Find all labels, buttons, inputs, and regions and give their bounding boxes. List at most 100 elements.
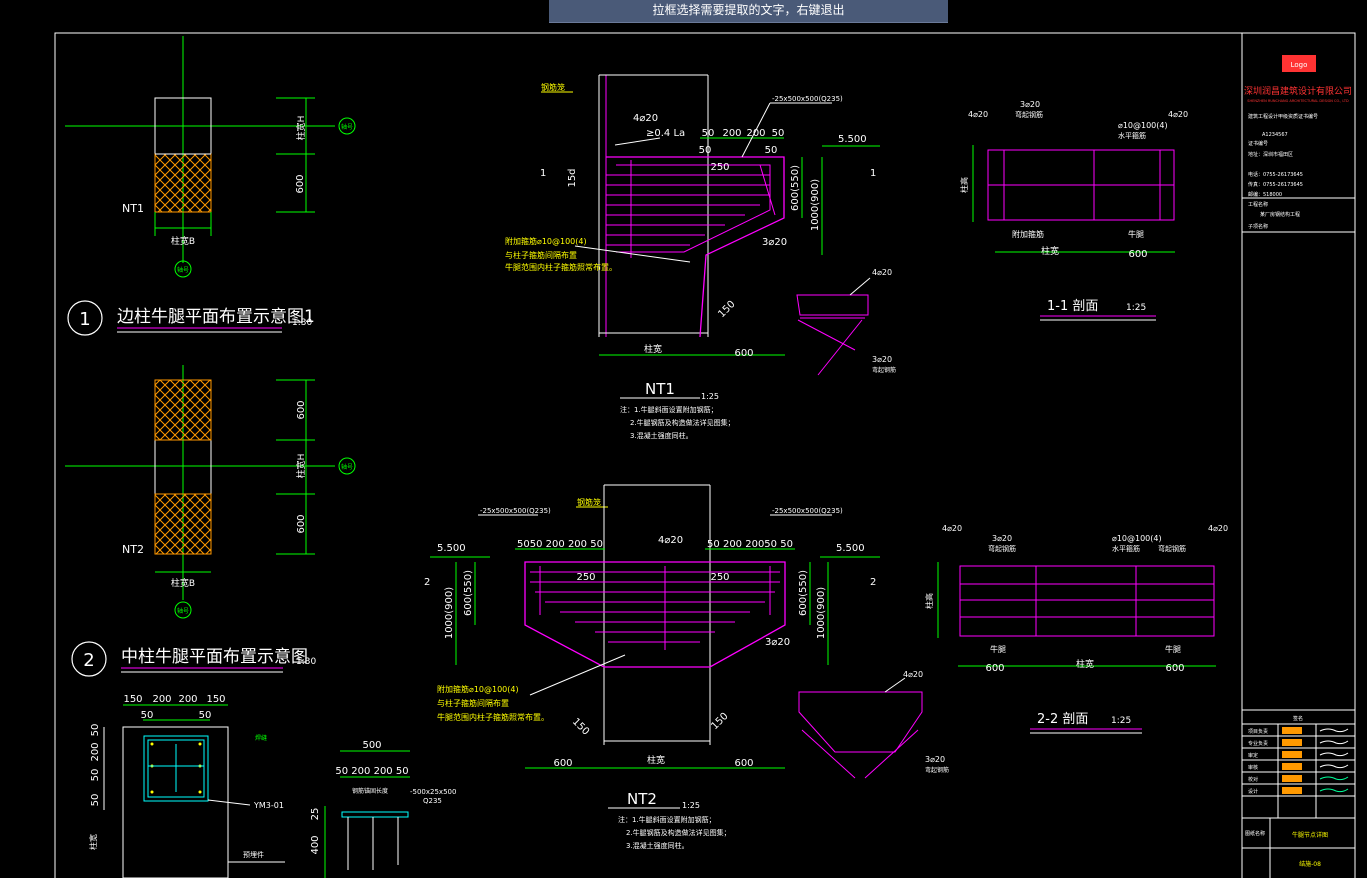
sec2-d600b: 600 — [1165, 663, 1184, 674]
nt2-d150b: 150 — [709, 711, 730, 732]
nt2-note-2: 2.牛腿钢筋及构造做法详见图集； — [626, 828, 731, 837]
nt1-d15: 15d — [567, 168, 578, 187]
cad-viewport[interactable]: { "banner": {"text": "拉框选择需要提取的文字，右键退出"}… — [0, 0, 1367, 878]
tb-row-3: 审核 — [1248, 764, 1258, 771]
plan1-view: 柱宽H 600 NT1 柱宽B 轴号 轴号 1 边柱牛腿平面布置示意图1 1:3… — [65, 36, 356, 336]
nt1-note-3: 3.混凝土强度同柱。 — [630, 431, 693, 440]
nt2-note-3: 3.混凝土强度同柱。 — [626, 841, 689, 850]
nt1-note-2: 2.牛腿钢筋及构造做法详见图集； — [630, 418, 735, 427]
tb-proj-2: 子项名称 — [1248, 223, 1268, 230]
plan2-number: 2 — [83, 650, 94, 671]
nt2-d150a: 150 — [570, 716, 591, 737]
sec2-bar1: 4⌀20 — [942, 524, 962, 533]
embed-dim-3: 200 — [178, 694, 197, 705]
tb-line-4: 电话：0755-26173645 — [1248, 171, 1303, 178]
nt2-note-b: 牛腿范围内柱子箍筋照常布置。 — [437, 712, 549, 722]
nt1-scale: 1:25 — [701, 392, 719, 401]
tb-line-1: A1234567 — [1262, 132, 1288, 138]
plan1-tag: NT1 — [122, 202, 144, 215]
nt2-note-1: 注：1.牛腿斜面设置附加钢筋； — [618, 815, 716, 824]
nt1-bent-bar-detail: 4⌀20 3⌀20 弯起钢筋 — [796, 268, 896, 376]
nt1-note-1: 注：1.牛腿斜面设置附加钢筋； — [620, 405, 718, 414]
tb-drawing-no: 结施-08 — [1299, 860, 1321, 868]
sec1-title: 1-1 剖面 — [1047, 299, 1098, 314]
nt2-dh2-l: 1000(900) — [444, 587, 455, 639]
nt1-hook: ≥0.4 La — [646, 128, 685, 139]
det1-bar: 4⌀20 — [872, 268, 892, 277]
plan2-title: 中柱牛腿平面布置示意图 — [121, 647, 308, 667]
nt2-label: NT2 — [627, 790, 657, 808]
cad-drawing[interactable]: 柱宽H 600 NT1 柱宽B 轴号 轴号 1 边柱牛腿平面布置示意图1 1:3… — [0, 0, 1367, 878]
sec2-bar3: ⌀10@100(4) — [1112, 534, 1162, 543]
nt2-elev-r: 5.500 — [836, 543, 865, 554]
tb-sign-header: 签名 — [1293, 715, 1303, 722]
sec2-bar4: 4⌀20 — [1208, 524, 1228, 533]
embed-v4: 50 — [90, 794, 101, 807]
sec1-side: 柱高 — [959, 177, 969, 193]
nt2-sec-r: 2 — [870, 577, 876, 588]
company-name-en: SHENZHEN RUNCHANG ARCHITECTURAL DESIGN C… — [1247, 99, 1349, 103]
plan2-axis-right: 轴号 — [341, 463, 353, 471]
nt1-note-b: 牛腿范围内柱子箍筋照常布置。 — [505, 262, 617, 272]
nt1-d200a: 200 — [722, 128, 741, 139]
nt2-plate-l: -25x500x500(Q235) — [480, 507, 551, 515]
det2-bar: 4⌀20 — [903, 670, 923, 679]
nt2-bar3: 3⌀20 — [765, 637, 790, 648]
nt2-dh2-r: 1000(900) — [816, 587, 827, 639]
embed-weld: 焊缝 — [255, 734, 267, 742]
det2-bar3: 3⌀20 — [925, 755, 945, 764]
plan1-number: 1 — [79, 309, 90, 330]
company-name: 深圳润昌建筑设计有限公司 — [1244, 85, 1352, 97]
nt1-d50a: 50 — [702, 128, 715, 139]
plan2-scale: 1:30 — [296, 657, 316, 667]
plan2-dim-600: 600 — [296, 514, 307, 533]
embed-dim-50b: 50 — [199, 710, 212, 721]
sec1-dw: 柱宽 — [1041, 245, 1059, 257]
plan1-scale: 1:30 — [292, 318, 312, 328]
embed2-label: 钢筋锚固长度 — [352, 787, 388, 795]
nt1-d50d: 50 — [765, 145, 778, 156]
sec1-bar4: 4⌀20 — [1168, 110, 1188, 119]
det2-label: 弯起钢筋 — [925, 766, 949, 774]
nt1-elevation: 钢筋笼 4⌀20 ≥0.4 La 50 200 200 50 50 50 250… — [505, 74, 880, 440]
nt1-d50c: 50 — [699, 145, 712, 156]
embed-dim-4: 150 — [206, 694, 225, 705]
nt2-d600b: 600 — [734, 758, 753, 769]
tb-row-0: 项目负责 — [1248, 728, 1268, 735]
embed2-25: 25 — [310, 808, 321, 821]
plan1-dim-600: 600 — [295, 174, 306, 193]
nt2-note-a: 与柱子箍筋间隔布置 — [437, 698, 509, 708]
plan1-axis-bottom: 轴号 — [177, 266, 189, 274]
plan1-dim-h: 柱宽H — [295, 116, 307, 141]
nt2-dims-l: 5050 200 200 50 — [517, 539, 603, 550]
tb-row-2: 审定 — [1248, 752, 1258, 759]
plan1-axis-right: 轴号 — [341, 123, 353, 131]
plan2-dim-b: 柱宽B — [171, 577, 195, 589]
nt2-tag: 钢筋笼 — [577, 497, 601, 507]
nt1-dh2: 1000(900) — [810, 179, 821, 231]
tb-line-2: 证书编号 — [1248, 140, 1268, 147]
plan1-title: 边柱牛腿平面布置示意图1 — [117, 307, 315, 327]
embed2-500: 500 — [362, 740, 381, 751]
company-logo: Logo — [1291, 61, 1308, 69]
nt1-stir: 附加箍筋⌀10@100(4) — [505, 236, 587, 246]
embed-plate-view: 150 200 200 150 50 50 50 200 50 50 YM3-0… — [88, 694, 285, 878]
nt1-d600: 600 — [734, 348, 753, 359]
nt2-d600a: 600 — [553, 758, 572, 769]
sec1-bar1: 4⌀20 — [968, 110, 988, 119]
tb-line-6: 邮编：518000 — [1248, 191, 1282, 198]
nt1-elev: 5.500 — [838, 134, 867, 145]
sec2-scale: 1:25 — [1111, 716, 1131, 726]
nt1-dw: 柱宽 — [644, 343, 662, 355]
nt1-bar3: 3⌀20 — [762, 237, 787, 248]
nt1-label: NT1 — [645, 380, 675, 398]
embed2-plate: -500x25x500 — [410, 788, 456, 796]
embed-dim-50a: 50 — [141, 710, 154, 721]
sec1-scale: 1:25 — [1126, 303, 1146, 313]
nt1-note-a: 与柱子箍筋间隔布置 — [505, 250, 577, 260]
embed-dim-1: 150 — [123, 694, 142, 705]
sec1-d600: 600 — [1128, 249, 1147, 260]
sec1-ll: 附加箍筋 — [1012, 229, 1044, 239]
tb-line-3: 地址：深圳市福田区 — [1248, 151, 1293, 158]
nt1-sec-r: 1 — [870, 168, 876, 179]
